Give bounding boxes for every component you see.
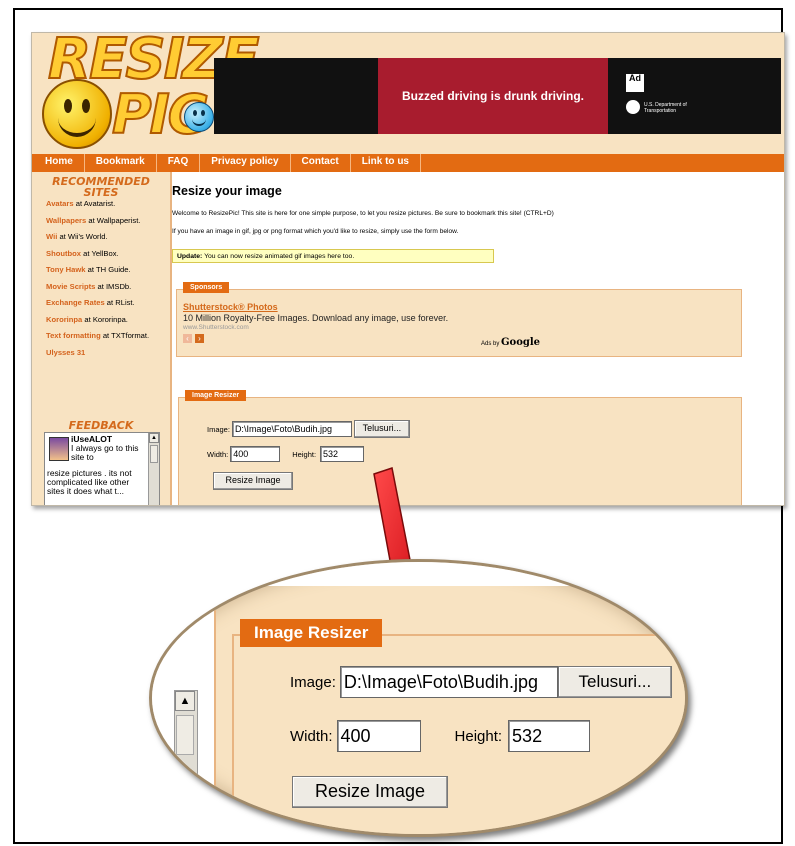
list-item[interactable]: Ulysses 31	[46, 348, 170, 357]
list-item[interactable]: Kororinpa at Kororinpa.	[46, 315, 170, 324]
list-item[interactable]: Tony Hawk at TH Guide.	[46, 266, 170, 274]
list-item[interactable]: Wallpapers at Wallpaperist.	[46, 216, 170, 225]
zoom-image-resizer-tab: Image Resizer	[240, 619, 383, 647]
list-item[interactable]: Movie Scripts at IMSDb.	[46, 282, 170, 291]
list-item[interactable]: Text formatting at TXTformat.	[46, 332, 170, 340]
dot-seal-icon	[626, 100, 640, 114]
scroll-thumb[interactable]	[176, 715, 194, 755]
nav-contact[interactable]: Contact	[291, 154, 351, 172]
top-navigation: Home Bookmark FAQ Privacy policy Contact…	[32, 154, 784, 172]
list-item[interactable]: Wii at Wii's World.	[46, 233, 170, 241]
image-resizer-panel: Image Resizer Image: D:\Image\Foto\Budih…	[178, 390, 742, 505]
nav-privacy-policy[interactable]: Privacy policy	[200, 154, 291, 172]
zoom-scrollbar[interactable]: ▲	[174, 690, 198, 812]
chevron-right-icon[interactable]: ›	[195, 334, 204, 343]
zoom-width-field[interactable]: 400	[336, 720, 421, 752]
width-label: Width:	[207, 449, 229, 459]
feedback-box[interactable]: iUseALOT I always go to this site to res…	[44, 432, 160, 505]
zoom-image-resizer-panel: Image Resizer Image: D:\Image\Foto\Budih…	[232, 619, 685, 834]
sponsors-panel: Sponsors Shutterstock® Photos 10 Million…	[176, 282, 742, 357]
image-file-input[interactable]: D:\Image\Foto\Budih.jpg	[231, 421, 352, 437]
scroll-up-arrow-icon[interactable]: ▲	[149, 433, 159, 443]
intro-text-1: Welcome to ResizePic! This site is here …	[172, 210, 554, 217]
main-content: Resize your image Welcome to ResizePic! …	[172, 172, 784, 505]
zoom-image-file-input[interactable]: D:\Image\Foto\Budih.jpg	[339, 666, 558, 698]
sponsors-tab: Sponsors	[183, 282, 230, 293]
nav-link-to-us[interactable]: Link to us	[351, 154, 421, 172]
list-item[interactable]: Exchange Rates at RList.	[46, 299, 170, 307]
feedback-scrollbar[interactable]: ▲	[148, 433, 159, 505]
page-title: Resize your image	[172, 184, 282, 198]
zoom-browse-button[interactable]: Telusuri...	[557, 666, 672, 698]
ad-council-logo: Ad	[626, 74, 644, 92]
resize-image-button[interactable]: Resize Image	[213, 472, 293, 490]
sponsor-link[interactable]: Shutterstock® Photos	[183, 302, 278, 312]
nav-bookmark[interactable]: Bookmark	[85, 154, 157, 172]
zoom-image-label: Image:	[290, 673, 336, 691]
chevron-left-icon[interactable]: ‹	[183, 334, 192, 343]
sponsor-description: 10 Million Royalty-Free Images. Download…	[183, 313, 449, 323]
resizepic-logo[interactable]: RESIZE PIC	[38, 33, 260, 149]
scroll-up-arrow-icon[interactable]: ▲	[175, 691, 195, 711]
nav-faq[interactable]: FAQ	[157, 154, 201, 172]
zoom-width-label: Width:	[290, 727, 333, 745]
zoom-height-label: Height:	[454, 727, 503, 745]
scroll-thumb[interactable]	[150, 445, 158, 463]
browse-button[interactable]: Telusuri...	[353, 420, 410, 438]
ad-banner[interactable]: Buzzed driving is drunk driving. Ad U.S.…	[214, 58, 781, 134]
website-screenshot: RESIZE PIC Buzzed driving is drunk drivi…	[31, 32, 785, 506]
zoom-magnifier: ▲ Image Resizer Image: D:\Image\Foto\Bud…	[149, 559, 688, 837]
smiley-yellow-icon	[42, 79, 112, 149]
sponsor-url[interactable]: www.Shutterstock.com	[183, 324, 249, 331]
zoom-height-field[interactable]: 532	[508, 720, 591, 752]
width-field[interactable]: 400	[230, 446, 281, 462]
ad-pager: ‹ ›	[183, 334, 204, 343]
smiley-blue-icon	[184, 102, 214, 132]
image-resizer-tab: Image Resizer	[185, 390, 247, 401]
feedback-text-bottom: resize pictures . its not complicated li…	[47, 468, 132, 496]
height-field[interactable]: 532	[320, 446, 365, 462]
nav-home[interactable]: Home	[32, 154, 85, 172]
recommended-sites-list: Avatars at Avatarist. Wallpapers at Wall…	[32, 198, 170, 357]
image-label: Image:	[207, 424, 230, 434]
feedback-text-top: I always go to this site to	[71, 443, 139, 462]
ad-sponsor: U.S. Department of Transportation	[644, 102, 687, 114]
zoom-resize-image-button[interactable]: Resize Image	[292, 776, 448, 808]
recommended-sites-heading: RECOMMENDED SITES	[52, 175, 150, 199]
avatar	[49, 437, 69, 461]
list-item[interactable]: Shoutbox at YellBox.	[46, 249, 170, 258]
update-notice: Update: You can now resize animated gif …	[172, 249, 494, 263]
ad-slogan: Buzzed driving is drunk driving.	[378, 58, 608, 134]
zoom-sidebar: ▲	[152, 562, 216, 834]
intro-text-2: If you have an image in gif, jpg or png …	[172, 228, 459, 235]
ads-by-google[interactable]: Ads by Google	[481, 337, 540, 348]
sidebar: RECOMMENDED SITES Avatars at Avatarist. …	[32, 172, 172, 505]
list-item[interactable]: Avatars at Avatarist.	[46, 200, 170, 208]
feedback-heading: FEEDBACK	[68, 419, 134, 432]
height-label: Height:	[292, 449, 317, 459]
